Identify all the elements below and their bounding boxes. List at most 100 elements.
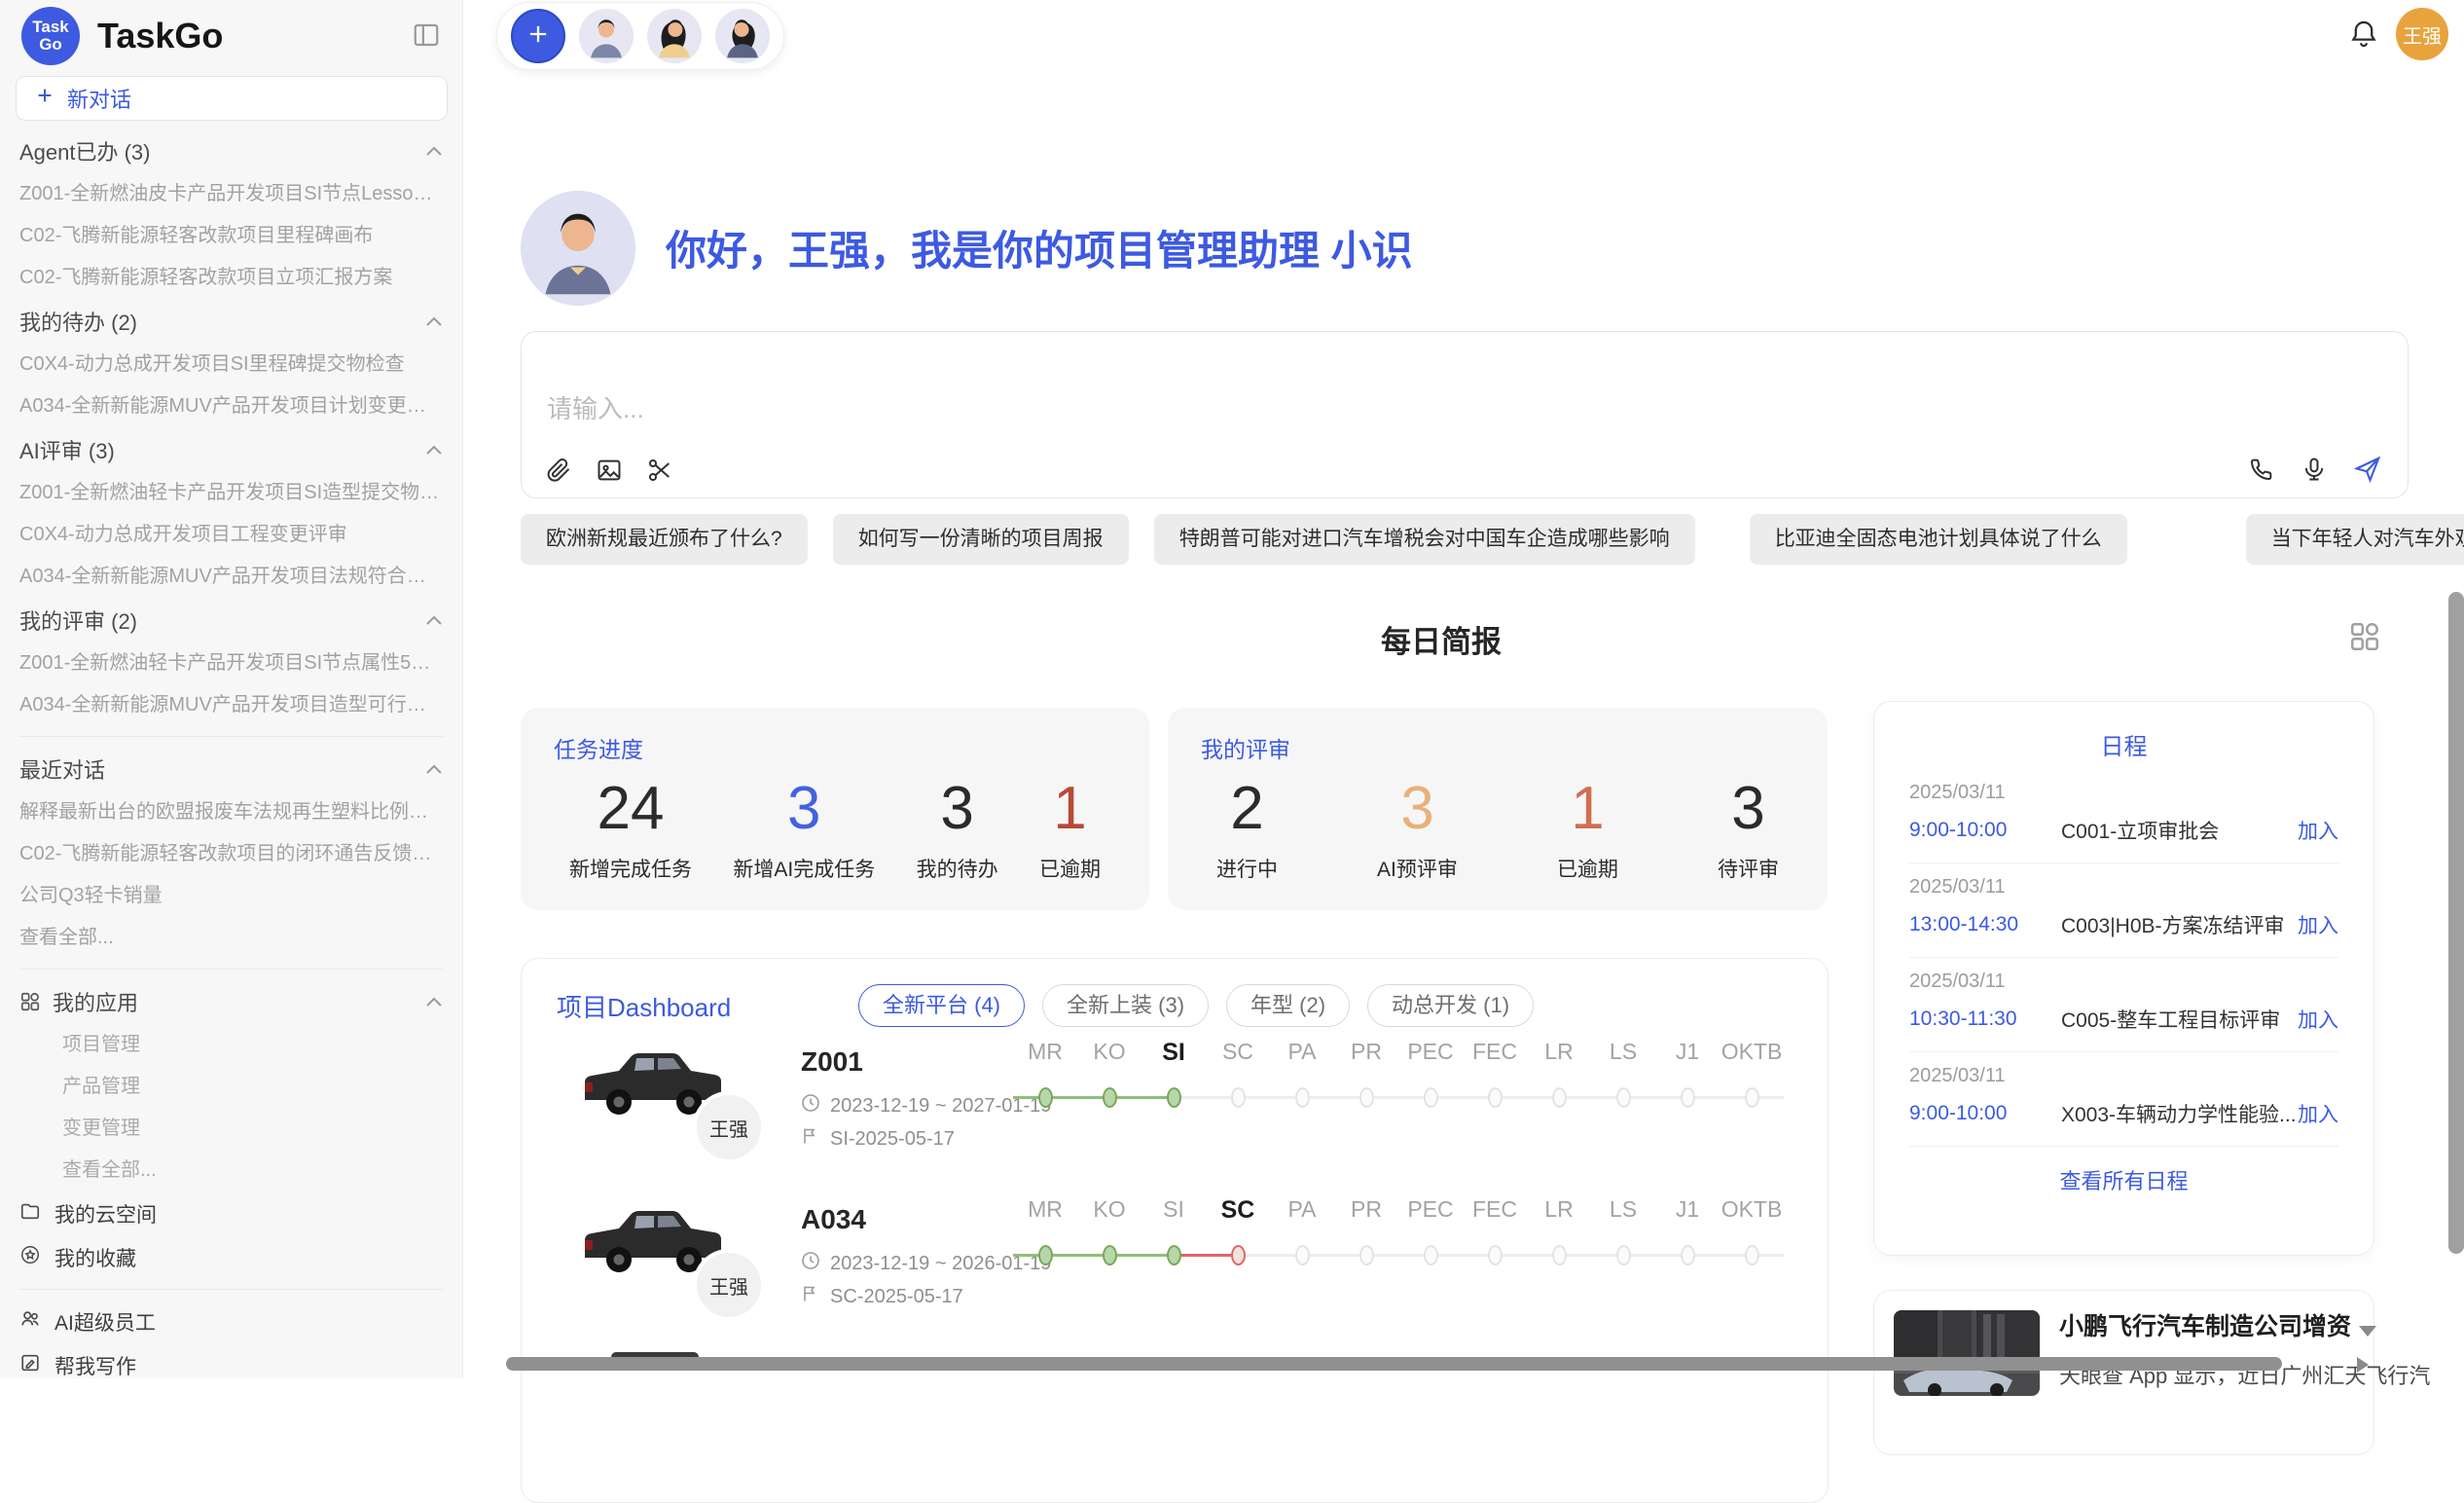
- news-card[interactable]: 小鹏飞行汽车制造公司增资 天眼查 App 显示，近日广州汇天飞行汽: [1873, 1290, 2374, 1455]
- list-item[interactable]: C0X4-动力总成开发项目SI里程碑提交物检查: [19, 344, 443, 385]
- assistant-avatar-1[interactable]: [579, 9, 634, 63]
- scissors-icon[interactable]: [646, 457, 673, 484]
- milestone-label: MR: [1013, 1039, 1077, 1065]
- suggestion-chip[interactable]: 当下年轻人对汽车外观有怎样的喜好趋势: [2246, 514, 2464, 565]
- sidebar-item-project-mgmt[interactable]: 项目管理: [19, 1024, 443, 1066]
- stat-label: 新增完成任务: [569, 854, 692, 883]
- section-header-agent-done[interactable]: Agent已办 (3): [19, 128, 443, 173]
- add-assistant-button[interactable]: [511, 9, 565, 63]
- milestone-label: PA: [1270, 1039, 1334, 1065]
- list-item[interactable]: 公司Q3轻卡销量: [19, 875, 443, 917]
- stat-value: 3: [917, 768, 998, 850]
- sidebar-scroll-area: Agent已办 (3) Z001-全新燃油皮卡产品开发项目SI节点Lesson …: [0, 127, 462, 1378]
- sidebar-collapse-button[interactable]: [412, 20, 441, 53]
- section-header-my-apps[interactable]: 我的应用: [19, 979, 443, 1024]
- assistant-avatar-3[interactable]: [715, 9, 770, 63]
- view-all-apps-link[interactable]: 查看全部...: [19, 1150, 443, 1191]
- notification-bell-button[interactable]: [2347, 18, 2380, 54]
- list-item[interactable]: C02-飞腾新能源轻客改款项目的闭环通告反馈情况: [19, 833, 443, 875]
- list-item[interactable]: A034-全新新能源MUV产品开发项目法规符合性评审: [19, 556, 443, 598]
- section-header-ai-review[interactable]: AI评审 (3): [19, 427, 443, 472]
- phone-call-icon[interactable]: [2248, 456, 2275, 483]
- assistant-avatar-2[interactable]: [647, 9, 702, 63]
- schedule-time: 9:00-10:00: [1909, 819, 2053, 842]
- briefing-layout-grid-icon[interactable]: [2347, 619, 2382, 654]
- milestone-dot: [1295, 1245, 1310, 1265]
- suggestion-chip[interactable]: 欧洲新规最近颁布了什么?: [521, 514, 808, 565]
- stat-label: 已逾期: [1557, 854, 1618, 883]
- project-dashboard-card: 项目Dashboard 全新平台 (4) 全新上装 (3) 年型 (2) 动总开…: [521, 958, 1829, 1503]
- attachment-icon[interactable]: [545, 457, 572, 484]
- sidebar-item-product-mgmt[interactable]: 产品管理: [19, 1066, 443, 1108]
- milestone-dot: [1552, 1087, 1567, 1108]
- join-meeting-link[interactable]: 加入: [2298, 1005, 2338, 1034]
- list-item[interactable]: Z001-全新燃油轻卡产品开发项目SI节点属性5D文件评审: [19, 642, 443, 684]
- section-header-recent-chats[interactable]: 最近对话: [19, 747, 443, 791]
- join-meeting-link[interactable]: 加入: [2298, 816, 2338, 845]
- list-item[interactable]: A034-全新新能源MUV产品开发项目计划变更表编写: [19, 385, 443, 427]
- sidebar-item-cloud-space[interactable]: 我的云空间: [19, 1191, 443, 1235]
- new-chat-button[interactable]: 新对话: [16, 76, 448, 121]
- sidebar: Task Go TaskGo 新对话 Agent已办 (3) Z001-全新燃油…: [0, 0, 463, 1378]
- section-header-my-todo[interactable]: 我的待办 (2): [19, 299, 443, 344]
- milestone-dot: [1359, 1087, 1374, 1108]
- join-meeting-link[interactable]: 加入: [2298, 910, 2338, 939]
- chat-input-card: [521, 331, 2409, 498]
- scroll-down-arrow-icon[interactable]: [2359, 1326, 2376, 1337]
- send-icon[interactable]: [2353, 455, 2382, 484]
- sidebar-header: Task Go TaskGo: [0, 0, 462, 72]
- tab-model-year[interactable]: 年型 (2): [1226, 984, 1350, 1027]
- user-avatar[interactable]: 王强: [2396, 8, 2448, 60]
- list-item[interactable]: C02-飞腾新能源轻客改款项目里程碑画布: [19, 215, 443, 257]
- project-row[interactable]: 王强 A034 2023-12-19 ~ 2026-01-19 SC-2025-…: [522, 1185, 1828, 1360]
- divider: [19, 1289, 443, 1290]
- milestone-label: KO: [1077, 1196, 1141, 1223]
- image-icon[interactable]: [596, 457, 623, 484]
- suggestion-chip[interactable]: 如何写一份清晰的项目周报: [833, 514, 1129, 565]
- chevron-up-icon: [425, 607, 443, 633]
- sidebar-item-help-me-write[interactable]: 帮我写作: [19, 1343, 443, 1378]
- tab-new-platform[interactable]: 全新平台 (4): [858, 984, 1025, 1027]
- milestone-dot: [1488, 1245, 1503, 1265]
- stat-label: 进行中: [1216, 854, 1278, 883]
- view-all-chats-link[interactable]: 查看全部...: [19, 917, 443, 959]
- chat-input[interactable]: [547, 394, 1909, 424]
- schedule-date: 2025/03/11: [1909, 1052, 2338, 1087]
- microphone-icon[interactable]: [2301, 456, 2328, 483]
- schedule-date: 2025/03/11: [1909, 769, 2338, 804]
- project-row[interactable]: 王强 Z001 2023-12-19 ~ 2027-01-19 SI-2025-…: [522, 1027, 1828, 1202]
- tab-new-body[interactable]: 全新上装 (3): [1042, 984, 1209, 1027]
- join-meeting-link[interactable]: 加入: [2298, 1099, 2338, 1128]
- list-item[interactable]: C02-飞腾新能源轻客改款项目立项汇报方案: [19, 257, 443, 299]
- star-circle-icon: [19, 1244, 41, 1271]
- clock-icon: [801, 1251, 820, 1276]
- sidebar-item-label: 我的收藏: [54, 1243, 136, 1272]
- list-item[interactable]: A034-全新新能源MUV产品开发项目造型可行性评审: [19, 684, 443, 726]
- list-item[interactable]: C0X4-动力总成开发项目工程变更评审: [19, 514, 443, 556]
- milestone-dot: [1616, 1245, 1631, 1265]
- stat-value: 1: [1557, 768, 1618, 850]
- list-item[interactable]: 解释最新出台的欧盟报废车法规再生塑料比例被调至15%...: [19, 791, 443, 833]
- suggestion-chip[interactable]: 比亚迪全固态电池计划具体说了什么: [1750, 514, 2127, 565]
- list-item[interactable]: Z001-全新燃油皮卡产品开发项目SI节点Lesson Learn报告: [19, 173, 443, 215]
- list-item[interactable]: Z001-全新燃油轻卡产品开发项目SI造型提交物评审: [19, 472, 443, 514]
- schedule-entry: 2025/03/11 9:00-10:00 C001-立项审批会 加入: [1909, 769, 2338, 863]
- scroll-right-arrow-icon[interactable]: [2357, 1357, 2369, 1373]
- milestone-label: LR: [1527, 1196, 1591, 1223]
- sidebar-item-change-mgmt[interactable]: 变更管理: [19, 1108, 443, 1150]
- sidebar-item-favorites[interactable]: 我的收藏: [19, 1235, 443, 1279]
- chevron-up-icon: [425, 138, 443, 164]
- view-all-schedule-link[interactable]: 查看所有日程: [1909, 1164, 2338, 1195]
- milestone-label: PEC: [1398, 1196, 1463, 1223]
- app-logo: Task Go: [21, 7, 80, 65]
- tab-powertrain-dev[interactable]: 动总开发 (1): [1367, 984, 1534, 1027]
- milestone-dot: [1359, 1245, 1374, 1265]
- vertical-scrollbar[interactable]: [2448, 592, 2464, 1254]
- stat-label: 我的待办: [917, 854, 998, 883]
- horizontal-scrollbar[interactable]: [506, 1357, 2282, 1371]
- sidebar-item-ai-super-staff[interactable]: AI超级员工: [19, 1300, 443, 1343]
- section-header-my-review[interactable]: 我的评审 (2): [19, 598, 443, 642]
- stat-my-todo: 3 我的待办: [917, 768, 998, 883]
- suggestion-chip[interactable]: 特朗普可能对进口汽车增税会对中国车企造成哪些影响: [1154, 514, 1695, 565]
- milestone-timeline: MR KO SI SC PA PR PEC FEC LR LS J1 OKTB: [1013, 1196, 1784, 1276]
